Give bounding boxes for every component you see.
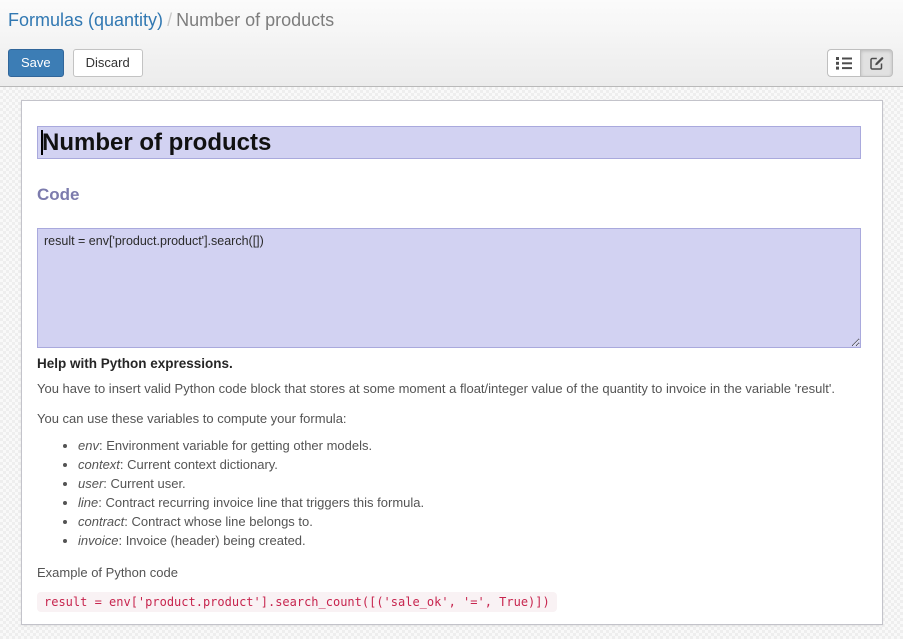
form-view-button[interactable]	[860, 49, 893, 77]
discard-button[interactable]: Discard	[73, 49, 143, 77]
breadcrumb-parent-link[interactable]: Formulas (quantity)	[8, 10, 163, 30]
list-view-button[interactable]	[827, 49, 860, 77]
list-icon	[836, 56, 852, 70]
variable-description: : Current context dictionary.	[120, 457, 278, 472]
record-title-field-wrap	[37, 126, 861, 159]
variable-item: env: Environment variable for getting ot…	[78, 439, 867, 453]
view-manager-header: Formulas (quantity)/Number of products S…	[0, 0, 903, 87]
variable-name: invoice	[78, 533, 118, 548]
breadcrumb-current: Number of products	[176, 10, 334, 30]
variable-item: line: Contract recurring invoice line th…	[78, 496, 867, 510]
variable-name: contract	[78, 514, 124, 529]
variable-item: contract: Contract whose line belongs to…	[78, 515, 867, 529]
variable-description: : Contract recurring invoice line that t…	[98, 495, 424, 510]
help-paragraph-1: You have to insert valid Python code blo…	[37, 381, 867, 397]
example-code: result = env['product.product'].search_c…	[37, 592, 557, 612]
view-switcher	[827, 49, 893, 77]
variable-item: user: Current user.	[78, 477, 867, 491]
variable-description: : Current user.	[103, 476, 185, 491]
variable-description: : Contract whose line belongs to.	[124, 514, 313, 529]
form-buttons: Save Discard	[8, 49, 143, 77]
breadcrumb: Formulas (quantity)/Number of products	[0, 0, 903, 31]
variable-name: env	[78, 438, 99, 453]
form-sheet: Code result = env['product.product'].sea…	[21, 100, 883, 625]
variable-name: user	[78, 476, 103, 491]
variable-item: invoice: Invoice (header) being created.	[78, 534, 867, 548]
record-title-input[interactable]	[37, 126, 861, 159]
variable-name: context	[78, 457, 120, 472]
variable-description: : Invoice (header) being created.	[118, 533, 305, 548]
text-cursor	[41, 130, 43, 155]
code-input[interactable]: result = env['product.product'].search([…	[37, 228, 861, 348]
variable-description: : Environment variable for getting other…	[99, 438, 372, 453]
save-button[interactable]: Save	[8, 49, 64, 77]
help-heading: Help with Python expressions.	[37, 356, 867, 371]
variables-list: env: Environment variable for getting ot…	[37, 439, 867, 548]
variable-item: context: Current context dictionary.	[78, 458, 867, 472]
variable-name: line	[78, 495, 98, 510]
help-paragraph-2: You can use these variables to compute y…	[37, 411, 867, 426]
example-label: Example of Python code	[37, 565, 867, 580]
code-section-heading: Code	[37, 185, 867, 205]
edit-icon	[869, 55, 885, 71]
breadcrumb-separator: /	[163, 10, 176, 30]
content-area: Code result = env['product.product'].sea…	[0, 87, 903, 639]
